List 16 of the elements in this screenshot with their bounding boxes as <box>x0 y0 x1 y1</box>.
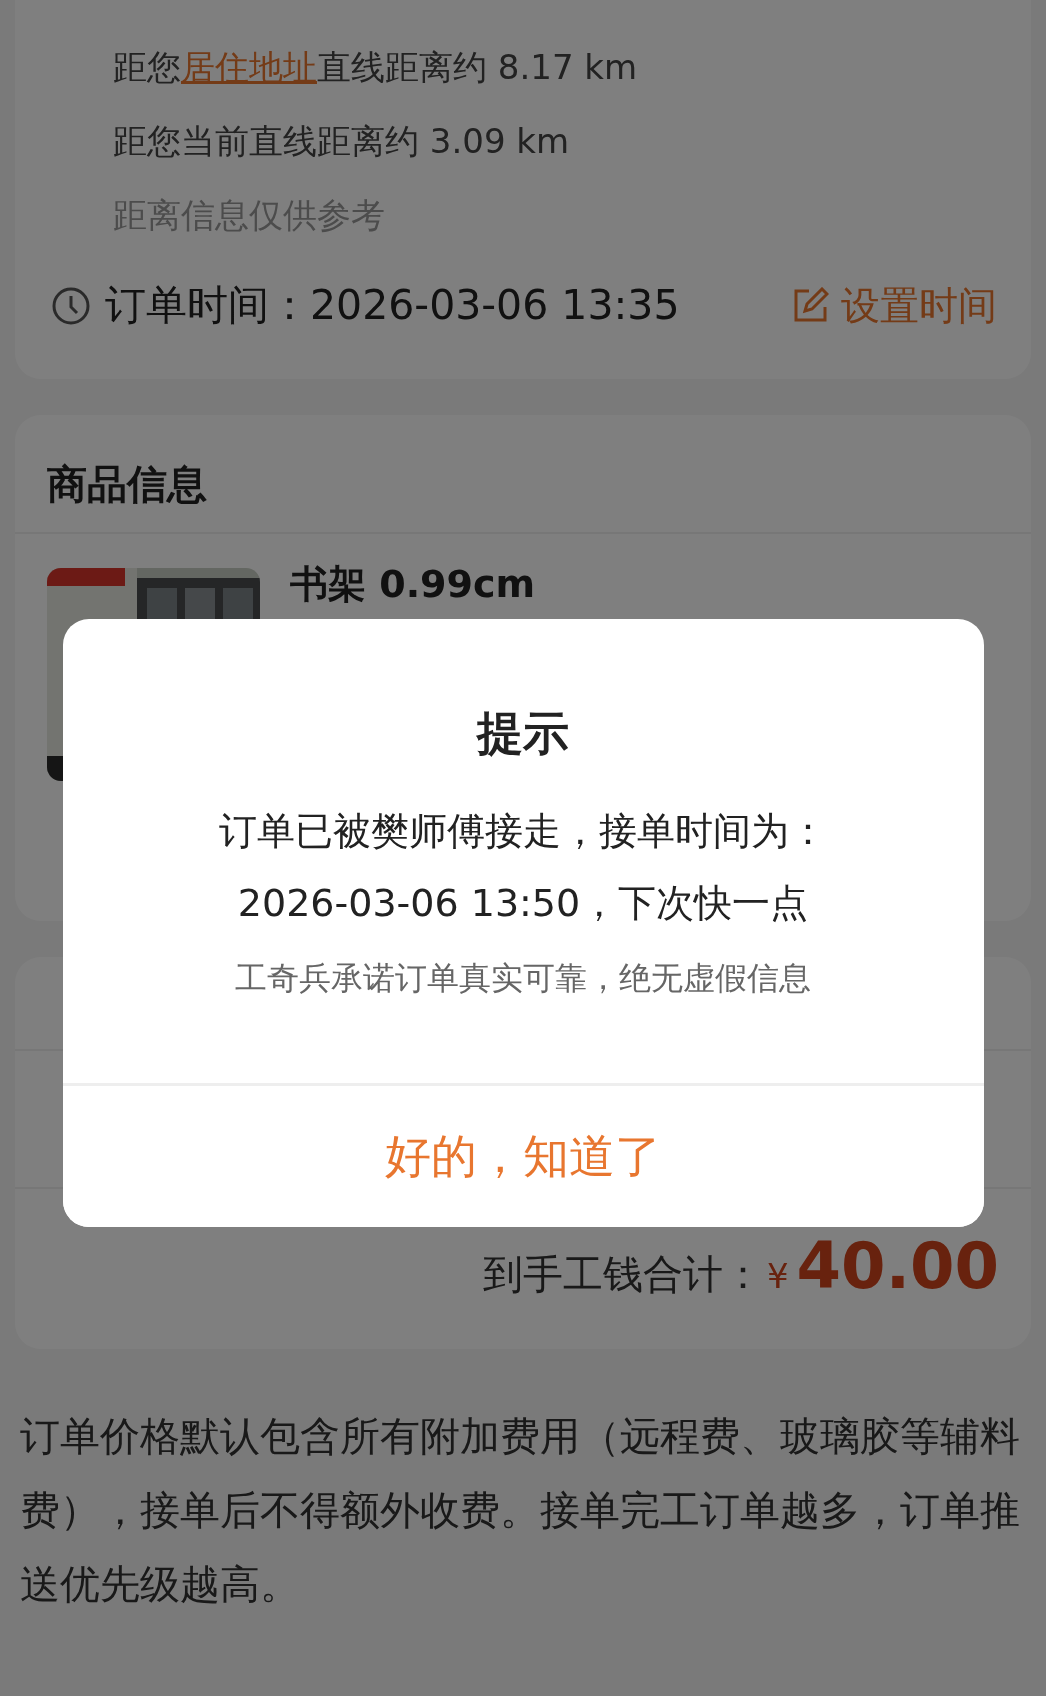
total-label: 到手工钱合计： <box>482 1250 763 1299</box>
dialog-message: 订单已被樊师傅接走，接单时间为： 2026-03-06 13:50，下次快一点 <box>219 808 827 927</box>
address-link[interactable]: 居住地址 <box>181 47 317 87</box>
product-name: 书架 0.99cm <box>290 564 536 604</box>
distance-text: 距您当前直线距离约 3.09 km <box>112 120 571 163</box>
order-time: 订单时间：2026-03-06 13:35 <box>105 280 681 331</box>
total-amount: 40.00 <box>796 1229 999 1303</box>
section-title: 商品信息 <box>15 415 1031 534</box>
currency-symbol: ¥ <box>766 1256 789 1296</box>
confirm-button[interactable]: 好的，知道了 <box>62 1083 984 1227</box>
set-time-button[interactable]: 设置时间 <box>791 278 997 333</box>
clock-icon <box>51 285 91 326</box>
distance-text: 距您居住地址直线距离约 8.17 km <box>112 46 639 89</box>
dialog-note: 工奇兵承诺订单真实可靠，绝无虚假信息 <box>235 958 811 999</box>
notice-text: 订单价格默认包含所有附加费用（远程费、玻璃胶等辅料费），接单后不得额外收费。接单完工订单越多，订单推送优先级越高。 <box>20 1412 1021 1609</box>
dialog-title: 提示 <box>477 705 569 762</box>
